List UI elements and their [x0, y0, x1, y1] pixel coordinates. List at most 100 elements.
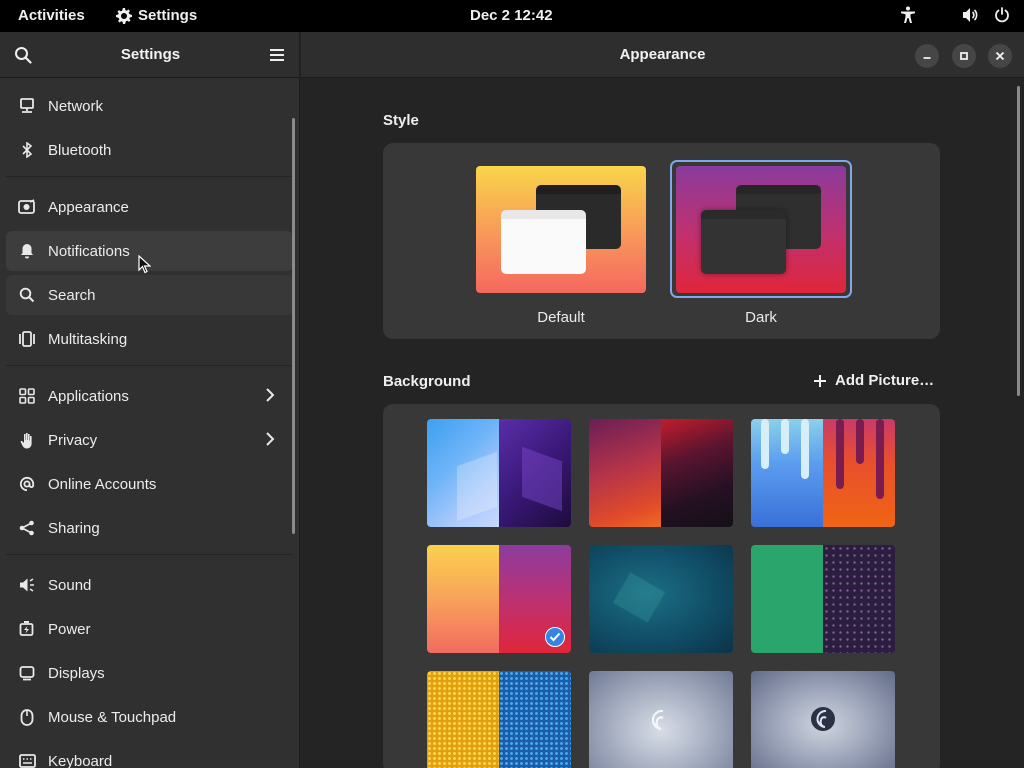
main-header: Appearance	[301, 32, 1024, 78]
minimize-icon	[923, 57, 931, 59]
gear-icon	[116, 7, 132, 24]
debian-swirl-icon	[811, 707, 835, 731]
style-option-label: Default	[537, 309, 585, 326]
close-icon	[995, 51, 1005, 61]
maximize-button[interactable]	[952, 44, 976, 68]
sidebar-item-label: Power	[48, 620, 91, 638]
accessibility-icon[interactable]	[900, 6, 916, 24]
sidebar-title: Settings	[120, 46, 181, 63]
wallpaper-thumbnail[interactable]	[427, 671, 571, 768]
sidebar-item-label: Multitasking	[48, 330, 128, 348]
maximize-icon	[960, 52, 968, 60]
sidebar-item-multitasking[interactable]: Multitasking	[6, 319, 293, 359]
mouse-cursor-icon	[138, 255, 151, 274]
clock[interactable]: Dec 2 12:42	[470, 7, 553, 24]
wallpaper-thumbnail[interactable]	[427, 419, 571, 527]
sidebar-item-displays[interactable]: Displays	[6, 653, 293, 693]
dark-window-preview	[701, 210, 786, 274]
sidebar-item-notifications[interactable]: Notifications	[6, 231, 293, 274]
wallpaper-thumbnail[interactable]	[751, 545, 895, 653]
sidebar-item-mouse-touchpad[interactable]: Mouse & Touchpad	[6, 697, 293, 737]
wallpaper-thumbnail[interactable]	[751, 671, 895, 768]
wallpaper-thumbnail-selected[interactable]	[427, 545, 571, 653]
sidebar-item-appearance[interactable]: Appearance	[6, 187, 293, 227]
style-option-dark[interactable]	[676, 166, 846, 293]
wallpaper-thumbnail[interactable]	[751, 419, 895, 527]
hamburger-menu-icon[interactable]	[269, 48, 285, 62]
network-icon	[18, 97, 36, 115]
sidebar-item-label: Bluetooth	[48, 141, 112, 159]
wallpaper-thumbnail[interactable]	[589, 671, 733, 768]
sidebar-scrollbar[interactable]	[292, 118, 295, 534]
sidebar-item-privacy[interactable]: Privacy	[6, 420, 293, 460]
wallpaper-thumbnail[interactable]	[589, 545, 733, 653]
applications-icon	[18, 387, 36, 405]
power-battery-icon	[18, 620, 36, 638]
search-icon[interactable]	[14, 46, 32, 64]
display-icon	[18, 664, 36, 682]
background-section-title: Background	[383, 373, 471, 390]
sidebar-item-label: Sharing	[48, 519, 100, 537]
sidebar-item-label: Mouse & Touchpad	[48, 708, 177, 726]
sidebar-item-applications[interactable]: Applications	[6, 376, 293, 416]
sidebar-item-label: Network	[48, 97, 104, 115]
add-picture-label: Add Picture…	[835, 372, 935, 389]
mouse-icon	[18, 708, 36, 726]
sidebar-item-keyboard[interactable]: Keyboard	[6, 741, 293, 768]
sidebar-item-sound[interactable]: Sound	[6, 565, 293, 605]
sidebar-item-sharing[interactable]: Sharing	[6, 508, 293, 548]
sidebar-item-power[interactable]: Power	[6, 609, 293, 649]
sidebar-item-label: Privacy	[48, 431, 98, 449]
app-menu-button[interactable]: Settings	[116, 7, 197, 24]
sidebar-item-label: Displays	[48, 664, 105, 682]
app-name: Settings	[138, 7, 198, 24]
main-content: Appearance Style Default Dark Background…	[301, 32, 1024, 768]
settings-window: Settings Network Bluetooth Appearance No…	[0, 32, 1024, 768]
sidebar-item-label: Online Accounts	[48, 475, 157, 493]
sidebar-item-label: Search	[48, 286, 96, 304]
close-button[interactable]	[988, 44, 1012, 68]
activities-button[interactable]: Activities	[18, 7, 85, 24]
chevron-right-icon	[266, 432, 275, 446]
appearance-icon	[18, 198, 36, 216]
sidebar-separator	[6, 365, 293, 366]
volume-icon[interactable]	[962, 7, 980, 23]
keyboard-icon	[18, 752, 36, 768]
sidebar-item-label: Notifications	[48, 242, 130, 260]
bell-icon	[18, 242, 36, 260]
multitasking-icon	[18, 330, 36, 348]
sidebar-item-bluetooth[interactable]: Bluetooth	[6, 130, 293, 170]
sidebar-item-online-accounts[interactable]: Online Accounts	[6, 464, 293, 504]
add-picture-button[interactable]: Add Picture…	[813, 372, 934, 389]
style-option-default[interactable]	[476, 166, 646, 293]
share-icon	[18, 519, 36, 537]
hand-icon	[18, 431, 36, 449]
chevron-right-icon	[266, 388, 275, 402]
debian-swirl-icon	[651, 709, 664, 731]
search-icon	[18, 286, 36, 304]
light-window-preview	[501, 210, 586, 274]
sidebar-list: Network Bluetooth Appearance Notificatio…	[0, 78, 299, 768]
page-title: Appearance	[619, 46, 706, 63]
sidebar-item-search[interactable]: Search	[6, 275, 293, 315]
sidebar-item-label: Sound	[48, 576, 92, 594]
bluetooth-icon	[18, 141, 36, 159]
sidebar-item-label: Appearance	[48, 198, 129, 216]
style-card: Default Dark	[383, 143, 940, 339]
style-option-label: Dark	[745, 309, 777, 326]
sidebar-item-label: Keyboard	[48, 752, 113, 768]
style-section-title: Style	[383, 112, 419, 129]
wallpaper-thumbnail[interactable]	[589, 419, 733, 527]
minimize-button[interactable]	[915, 44, 939, 68]
power-icon[interactable]	[994, 7, 1010, 23]
sidebar: Settings Network Bluetooth Appearance No…	[0, 32, 300, 768]
sidebar-separator	[6, 554, 293, 555]
plus-icon	[814, 374, 826, 387]
sidebar-item-network[interactable]: Network	[6, 86, 293, 126]
sidebar-header: Settings	[0, 32, 299, 78]
top-bar: Activities Settings Dec 2 12:42	[0, 0, 1024, 32]
main-scrollbar[interactable]	[1017, 86, 1020, 396]
sidebar-separator	[6, 176, 293, 177]
speaker-icon	[18, 576, 36, 594]
at-icon	[18, 475, 36, 493]
